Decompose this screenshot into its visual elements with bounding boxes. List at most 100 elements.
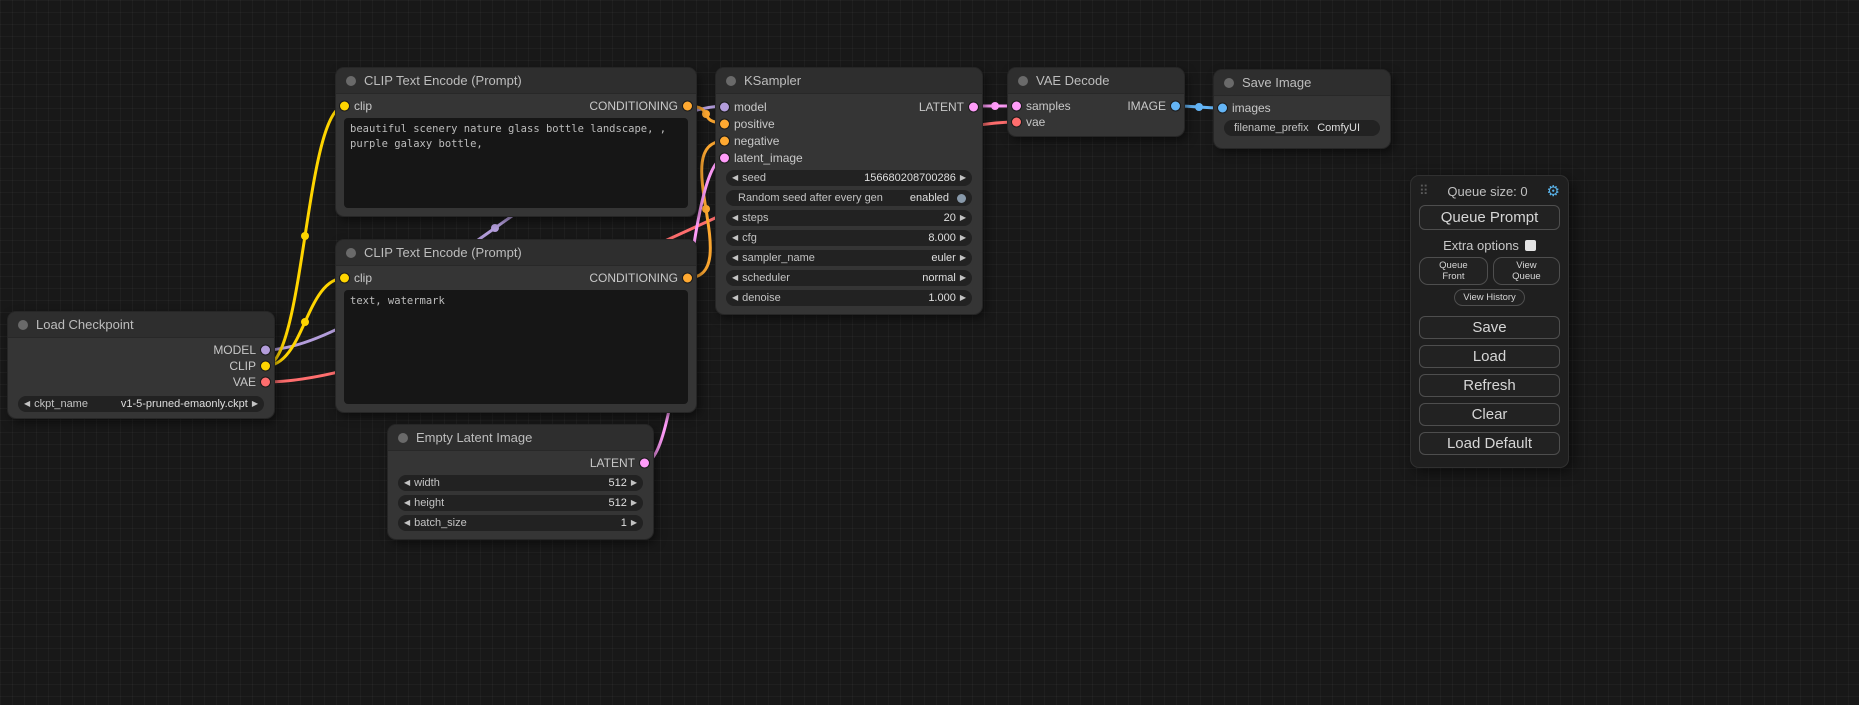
node-title-bar[interactable]: CLIP Text Encode (Prompt) — [336, 240, 696, 266]
load-button[interactable]: Load — [1419, 345, 1560, 368]
increment-arrow-icon[interactable]: ▶ — [252, 400, 258, 408]
increment-arrow-icon[interactable]: ▶ — [960, 214, 966, 222]
view-queue-button[interactable]: View Queue — [1493, 257, 1560, 285]
node-clip-text-encode-positive[interactable]: CLIP Text Encode (Prompt) clip CONDITION… — [336, 68, 696, 216]
collapse-dot[interactable] — [1224, 78, 1234, 88]
collapse-dot[interactable] — [398, 433, 408, 443]
output-slot-latent[interactable] — [969, 102, 978, 111]
increment-arrow-icon[interactable]: ▶ — [631, 499, 637, 507]
queue-front-button[interactable]: Queue Front — [1419, 257, 1488, 285]
decrement-arrow-icon[interactable]: ◀ — [732, 174, 738, 182]
input-slot-clip[interactable] — [340, 274, 349, 283]
queue-prompt-button[interactable]: Queue Prompt — [1419, 205, 1560, 230]
extra-options-checkbox[interactable] — [1525, 240, 1536, 251]
input-slot-model[interactable] — [720, 102, 729, 111]
input-label: images — [1232, 101, 1271, 115]
input-slot-positive[interactable] — [720, 119, 729, 128]
widget-width[interactable]: ◀ width 512 ▶ — [398, 475, 643, 491]
increment-arrow-icon[interactable]: ▶ — [631, 479, 637, 487]
node-title-bar[interactable]: Empty Latent Image — [388, 425, 653, 451]
input-slot-negative[interactable] — [720, 136, 729, 145]
decrement-arrow-icon[interactable]: ◀ — [24, 400, 30, 408]
decrement-arrow-icon[interactable]: ◀ — [404, 499, 410, 507]
node-title: VAE Decode — [1036, 73, 1109, 88]
output-row-vae: VAE — [8, 374, 274, 390]
increment-arrow-icon[interactable]: ▶ — [960, 234, 966, 242]
save-button[interactable]: Save — [1419, 316, 1560, 339]
link-clip-positive — [265, 106, 345, 366]
node-vae-decode[interactable]: VAE Decode samples IMAGE vae — [1008, 68, 1184, 136]
settings-gear-icon[interactable]: ⚙ — [1547, 182, 1560, 200]
node-title-bar[interactable]: Save Image — [1214, 70, 1390, 96]
input-slot-latent-image[interactable] — [720, 153, 729, 162]
increment-arrow-icon[interactable]: ▶ — [631, 519, 637, 527]
link-midpoint-dot — [702, 110, 710, 118]
collapse-dot[interactable] — [346, 76, 356, 86]
extra-options-row: Extra options — [1419, 238, 1560, 253]
output-slot-clip[interactable] — [261, 362, 270, 371]
output-slot-conditioning[interactable] — [683, 102, 692, 111]
widget-filename-prefix[interactable]: filename_prefix ComfyUI — [1224, 120, 1380, 136]
input-slot-images[interactable] — [1218, 104, 1227, 113]
refresh-button[interactable]: Refresh — [1419, 374, 1560, 397]
increment-arrow-icon[interactable]: ▶ — [960, 254, 966, 262]
output-label: CONDITIONING — [589, 99, 678, 113]
decrement-arrow-icon[interactable]: ◀ — [732, 294, 738, 302]
increment-arrow-icon[interactable]: ▶ — [960, 274, 966, 282]
node-title-bar[interactable]: CLIP Text Encode (Prompt) — [336, 68, 696, 94]
decrement-arrow-icon[interactable]: ◀ — [404, 519, 410, 527]
output-slot-vae[interactable] — [261, 378, 270, 387]
node-title-bar[interactable]: KSampler — [716, 68, 982, 94]
clear-button[interactable]: Clear — [1419, 403, 1560, 426]
toggle-dot-icon[interactable] — [957, 194, 966, 203]
output-slot-conditioning[interactable] — [683, 274, 692, 283]
prompt-textarea[interactable]: beautiful scenery nature glass bottle la… — [344, 118, 688, 208]
decrement-arrow-icon[interactable]: ◀ — [732, 234, 738, 242]
slot-row: model LATENT — [716, 98, 982, 115]
widget-denoise[interactable]: ◀ denoise 1.000 ▶ — [726, 290, 972, 306]
increment-arrow-icon[interactable]: ▶ — [960, 294, 966, 302]
widget-steps[interactable]: ◀ steps 20 ▶ — [726, 210, 972, 226]
node-graph-canvas[interactable]: Load Checkpoint MODEL CLIP VAE ◀ ckpt_na… — [0, 0, 1859, 705]
view-history-button[interactable]: View History — [1454, 289, 1525, 306]
widget-seed[interactable]: ◀ seed 156680208700286 ▶ — [726, 170, 972, 186]
node-ksampler[interactable]: KSampler model LATENT positive negative … — [716, 68, 982, 314]
queue-size-label: Queue size: 0 — [1429, 184, 1547, 199]
input-slot-clip[interactable] — [340, 102, 349, 111]
widget-cfg[interactable]: ◀ cfg 8.000 ▶ — [726, 230, 972, 246]
input-slot-samples[interactable] — [1012, 102, 1021, 111]
node-load-checkpoint[interactable]: Load Checkpoint MODEL CLIP VAE ◀ ckpt_na… — [8, 312, 274, 418]
collapse-dot[interactable] — [726, 76, 736, 86]
widget-sampler-name[interactable]: ◀ sampler_name euler ▶ — [726, 250, 972, 266]
output-label: CONDITIONING — [589, 271, 678, 285]
node-save-image[interactable]: Save Image images filename_prefix ComfyU… — [1214, 70, 1390, 148]
collapse-dot[interactable] — [1018, 76, 1028, 86]
node-clip-text-encode-negative[interactable]: CLIP Text Encode (Prompt) clip CONDITION… — [336, 240, 696, 412]
node-title-bar[interactable]: VAE Decode — [1008, 68, 1184, 94]
widget-ckpt-name[interactable]: ◀ ckpt_name v1-5-pruned-emaonly.ckpt ▶ — [18, 396, 264, 412]
input-slot-vae[interactable] — [1012, 118, 1021, 127]
drag-handle-icon[interactable]: ⠿ — [1419, 183, 1429, 199]
widget-random-seed-toggle[interactable]: Random seed after every gen enabled — [726, 190, 972, 206]
collapse-dot[interactable] — [18, 320, 28, 330]
prompt-textarea[interactable]: text, watermark — [344, 290, 688, 404]
decrement-arrow-icon[interactable]: ◀ — [732, 274, 738, 282]
node-empty-latent-image[interactable]: Empty Latent Image LATENT ◀ width 512 ▶ … — [388, 425, 653, 539]
output-row-clip: CLIP — [8, 358, 274, 374]
decrement-arrow-icon[interactable]: ◀ — [732, 254, 738, 262]
node-title-bar[interactable]: Load Checkpoint — [8, 312, 274, 338]
increment-arrow-icon[interactable]: ▶ — [960, 174, 966, 182]
load-default-button[interactable]: Load Default — [1419, 432, 1560, 455]
output-slot-image[interactable] — [1171, 102, 1180, 111]
decrement-arrow-icon[interactable]: ◀ — [404, 479, 410, 487]
widget-scheduler[interactable]: ◀ scheduler normal ▶ — [726, 270, 972, 286]
input-label: clip — [354, 271, 372, 285]
link-midpoint-dot — [491, 224, 499, 232]
output-slot-latent[interactable] — [640, 459, 649, 468]
collapse-dot[interactable] — [346, 248, 356, 258]
output-slot-model[interactable] — [261, 346, 270, 355]
decrement-arrow-icon[interactable]: ◀ — [732, 214, 738, 222]
widget-height[interactable]: ◀ height 512 ▶ — [398, 495, 643, 511]
slot-row: clip CONDITIONING — [336, 98, 696, 114]
widget-batch-size[interactable]: ◀ batch_size 1 ▶ — [398, 515, 643, 531]
